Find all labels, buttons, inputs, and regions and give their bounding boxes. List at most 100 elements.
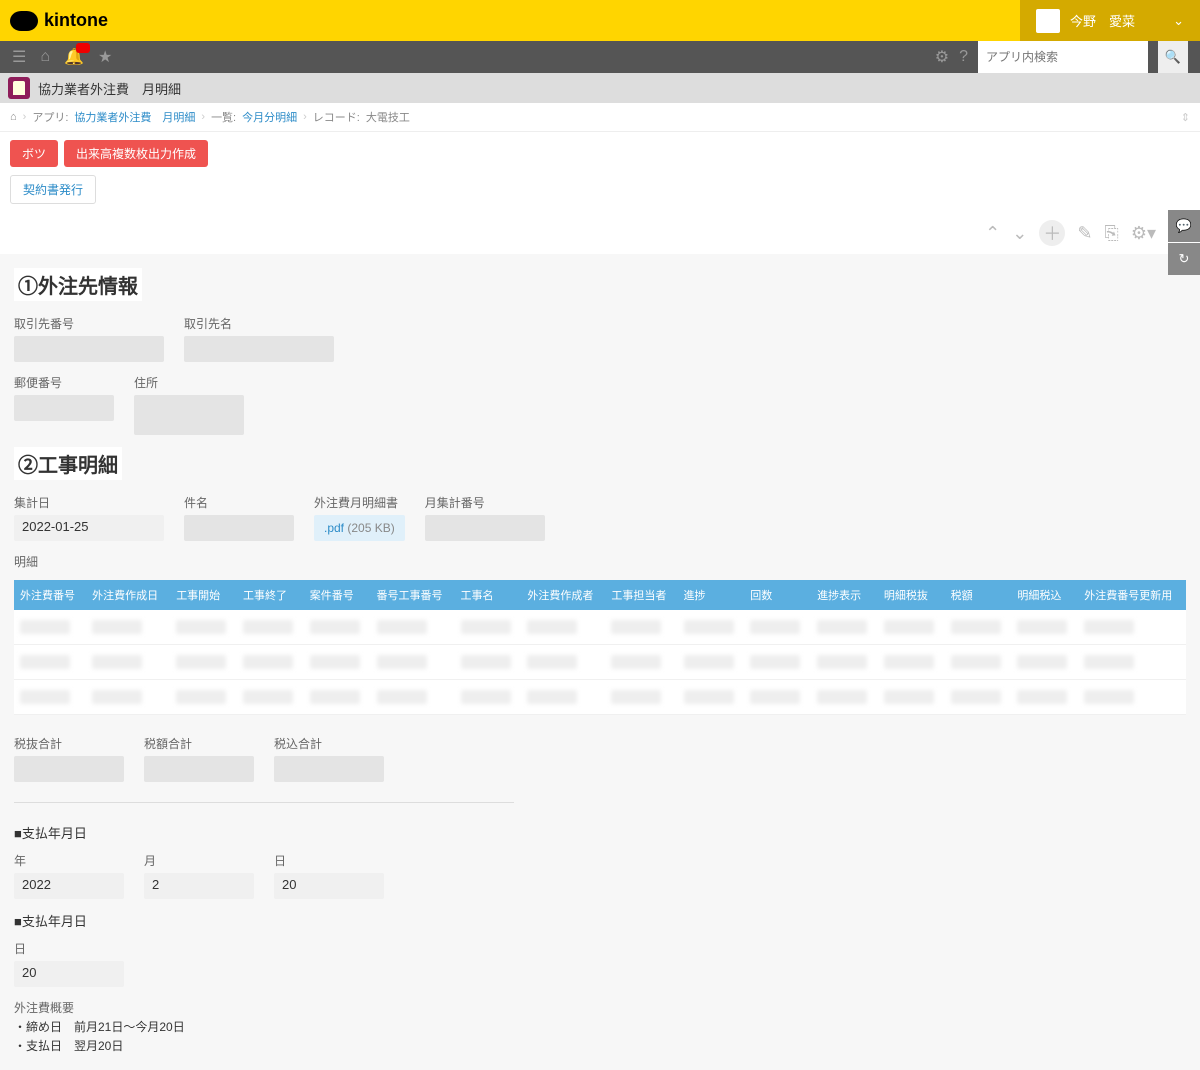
star-icon[interactable]: ★	[98, 47, 112, 67]
payment-heading-2: ■支払年月日	[14, 911, 1186, 930]
table-row[interactable]: xxxxxxxxxxxxxxxxxxxxxxxxxxxxxxxxxxxxxxxx…	[14, 645, 1186, 680]
gear-icon[interactable]: ⚙	[935, 47, 949, 67]
month-value: 2	[144, 873, 254, 899]
file-size: (205 KB)	[347, 521, 394, 535]
dekidaka-button[interactable]: 出来高複数枚出力作成	[64, 140, 208, 167]
zeikomi-value: xxxxx	[274, 756, 384, 782]
table-cell: xxxx	[678, 645, 745, 680]
year-value: 2022	[14, 873, 124, 899]
month-label: 月	[144, 852, 254, 869]
detail-label: 明細	[14, 553, 1186, 570]
table-cell: xxxx	[605, 610, 677, 645]
next-record-icon[interactable]: ⌄	[1012, 223, 1027, 244]
partner-name-label: 取引先名	[184, 315, 334, 332]
settings-dropdown-icon[interactable]: ⚙▾	[1131, 223, 1156, 244]
table-header: 外注費番号更新用	[1078, 580, 1186, 610]
table-cell: xxxx	[744, 645, 811, 680]
search-button[interactable]: 🔍	[1158, 41, 1188, 73]
table-cell: xxxx	[170, 680, 237, 715]
table-header: 回数	[744, 580, 811, 610]
section2-title: ②工事明細	[14, 447, 122, 480]
table-cell: xxxx	[878, 645, 945, 680]
search-input[interactable]	[978, 50, 1118, 64]
botsu-button[interactable]: ボツ	[10, 140, 58, 167]
table-cell: xxxx	[455, 610, 522, 645]
table-cell: xxxx	[945, 610, 1012, 645]
table-cell: xxxx	[811, 680, 878, 715]
table-header: 番号工事番号	[371, 580, 455, 610]
table-cell: xxxx	[878, 610, 945, 645]
summary-line1: ・締め日 前月21日～今月20日	[14, 1018, 1186, 1035]
prev-record-icon[interactable]: ⌃	[985, 223, 1000, 244]
zeinuki-label: 税抜合計	[14, 735, 124, 752]
home-icon[interactable]: ⌂	[40, 48, 50, 66]
day-label: 日	[274, 852, 384, 869]
content: ①外注先情報 取引先番号 xxxxxxx 取引先名 xxxxx 郵便番号 xxx…	[0, 254, 1200, 1070]
table-cell: xxxx	[170, 645, 237, 680]
table-cell: xxxx	[237, 680, 304, 715]
table-row[interactable]: xxxxxxxxxxxxxxxxxxxxxxxxxxxxxxxxxxxxxxxx…	[14, 680, 1186, 715]
table-row[interactable]: xxxxxxxxxxxxxxxxxxxxxxxxxxxxxxxxxxxxxxxx…	[14, 610, 1186, 645]
payment-heading-1: ■支払年月日	[14, 823, 1186, 842]
user-menu[interactable]: 今野 愛菜 ⌄	[1020, 0, 1200, 41]
history-tab[interactable]: ↻	[1168, 243, 1200, 275]
table-cell: xxxx	[14, 645, 86, 680]
table-header: 工事開始	[170, 580, 237, 610]
table-cell: xxxx	[521, 680, 605, 715]
chevron-down-icon: ⌄	[1173, 13, 1184, 29]
day2-label: 日	[14, 940, 124, 957]
monthly-no-label: 月集計番号	[425, 494, 545, 511]
postal-value: xxxxx	[14, 395, 114, 421]
top-bar: kintone 今野 愛菜 ⌄	[0, 0, 1200, 41]
logo[interactable]: kintone	[10, 10, 108, 31]
table-cell: xxxx	[945, 680, 1012, 715]
bc-record-prefix: レコード:	[313, 109, 360, 125]
table-cell: xxxx	[744, 610, 811, 645]
zeinuki-value: xxxxx	[14, 756, 124, 782]
file-attachment[interactable]: .pdf (205 KB)	[314, 515, 405, 541]
home-icon[interactable]: ⌂	[10, 111, 17, 123]
subject-value: xxxxxxxxxxxx	[184, 515, 294, 541]
collapse-icon[interactable]: ⇕	[1181, 111, 1190, 124]
zeigaku-label: 税額合計	[144, 735, 254, 752]
file-name: .pdf	[324, 521, 344, 535]
breadcrumb: ⌂ › アプリ: 協力業者外注費 月明細 › 一覧: 今月分明細 › レコード:…	[0, 103, 1200, 132]
nav-bar: ☰ ⌂ 🔔 ★ ⚙ ? 🔍	[0, 41, 1200, 73]
table-cell: xxxx	[605, 680, 677, 715]
table-cell: xxxx	[237, 610, 304, 645]
table-cell: xxxx	[811, 645, 878, 680]
table-cell: xxxx	[1011, 680, 1078, 715]
monthly-doc-label: 外注費月明細書	[314, 494, 405, 511]
table-cell: xxxx	[1078, 645, 1186, 680]
table-cell: xxxx	[371, 610, 455, 645]
detail-table: 外注費番号外注費作成日工事開始工事終了案件番号番号工事番号工事名外注費作成者工事…	[14, 580, 1186, 715]
table-cell: xxxx	[304, 610, 371, 645]
partner-name-value: xxxxx	[184, 336, 334, 362]
menu-icon[interactable]: ☰	[12, 47, 26, 67]
table-cell: xxxx	[521, 610, 605, 645]
table-header: 案件番号	[304, 580, 371, 610]
duplicate-record-icon[interactable]: ⎘	[1104, 223, 1118, 244]
comment-tab[interactable]: 💬	[1168, 210, 1200, 242]
table-cell: xxxx	[945, 645, 1012, 680]
user-name: 今野 愛菜	[1070, 11, 1135, 30]
table-cell: xxxx	[605, 645, 677, 680]
bc-record: 大電技工	[366, 109, 410, 125]
edit-record-icon[interactable]: ✎	[1077, 223, 1092, 244]
bc-app-prefix: アプリ:	[32, 109, 68, 125]
table-cell: xxxx	[170, 610, 237, 645]
year-label: 年	[14, 852, 124, 869]
bc-app-link[interactable]: 協力業者外注費 月明細	[74, 109, 195, 125]
add-record-icon[interactable]: ＋	[1039, 220, 1065, 246]
bell-icon[interactable]: 🔔	[64, 47, 84, 67]
table-cell: xxxx	[371, 645, 455, 680]
keiyaku-button[interactable]: 契約書発行	[10, 175, 96, 204]
table-header: 進捗	[678, 580, 745, 610]
help-icon[interactable]: ?	[959, 48, 968, 66]
table-header: 工事担当者	[605, 580, 677, 610]
table-cell: xxxx	[14, 610, 86, 645]
bc-view-link[interactable]: 今月分明細	[242, 109, 297, 125]
table-cell: xxxx	[1078, 610, 1186, 645]
table-cell: xxxx	[521, 645, 605, 680]
table-cell: xxxx	[86, 610, 170, 645]
